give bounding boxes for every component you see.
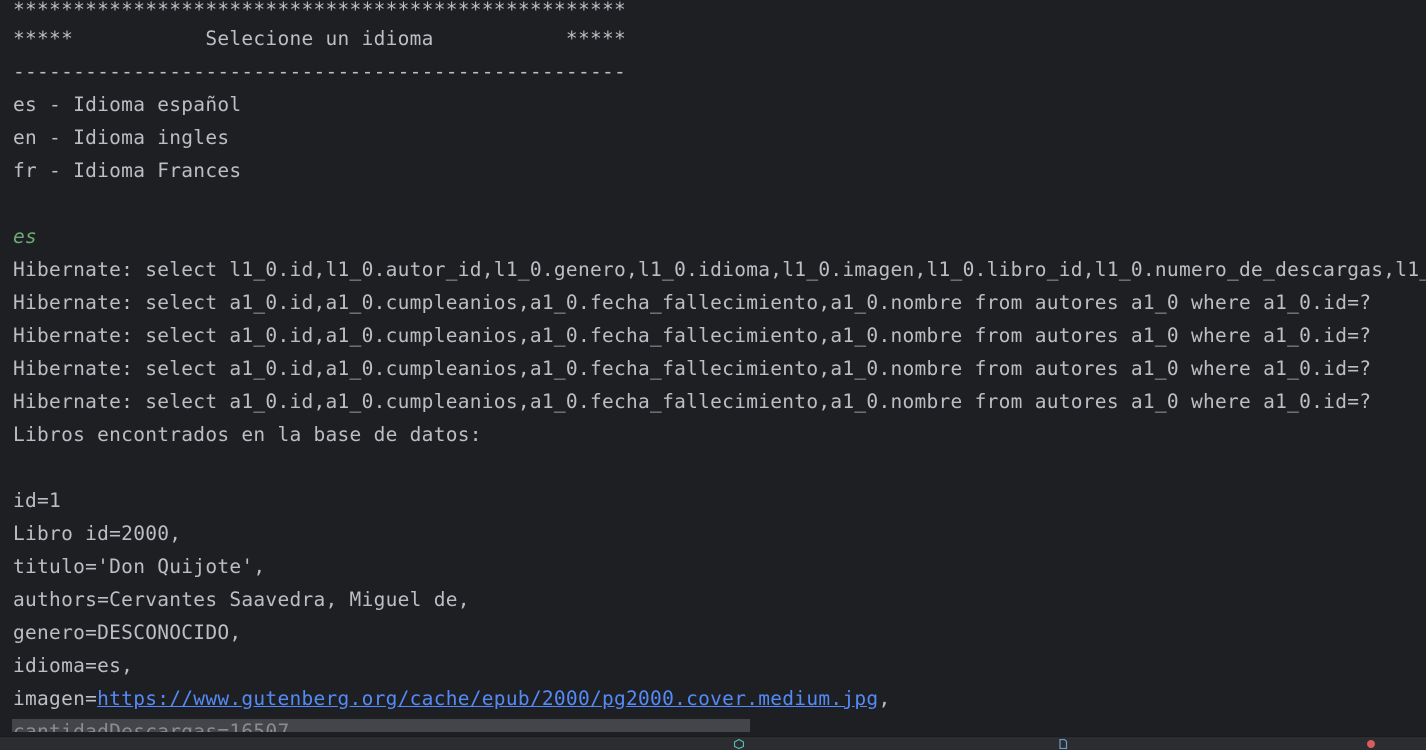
banner-divider: ----------------------------------------… — [13, 60, 627, 83]
record-titulo: titulo='Don Quijote', — [13, 555, 266, 578]
hibernate-query-autores: Hibernate: select a1_0.id,a1_0.cumpleani… — [13, 324, 1372, 347]
record-genero: genero=DESCONOCIDO, — [13, 621, 242, 644]
menu-option-es: es - Idioma español — [13, 93, 242, 116]
hibernate-query-autores: Hibernate: select a1_0.id,a1_0.cumpleani… — [13, 390, 1372, 413]
user-input-echo: es — [13, 225, 38, 248]
cube-icon — [734, 739, 744, 749]
record-imagen: imagen=https://www.gutenberg.org/cache/e… — [13, 682, 890, 715]
menu-option-fr: fr - Idioma Frances — [13, 159, 242, 182]
status-bar — [0, 736, 1426, 750]
imagen-url-link[interactable]: https://www.gutenberg.org/cache/epub/200… — [97, 687, 878, 710]
record-libro-id: Libro id=2000, — [13, 522, 182, 545]
hibernate-query-autores: Hibernate: select a1_0.id,a1_0.cumpleani… — [13, 291, 1372, 314]
hibernate-query-autores: Hibernate: select a1_0.id,a1_0.cumpleani… — [13, 357, 1372, 380]
hibernate-query-libros: Hibernate: select l1_0.id,l1_0.autor_id,… — [13, 258, 1426, 281]
banner-title: ***** Selecione un idioma ***** — [13, 27, 627, 50]
result-heading: Libros encontrados en la base de datos: — [13, 423, 482, 446]
imagen-label: imagen= — [13, 687, 98, 710]
run-console-output[interactable]: ****************************************… — [0, 0, 1426, 732]
record-authors: authors=Cervantes Saavedra, Miguel de, — [13, 588, 470, 611]
record-cantidad-descargas: cantidadDescargas=16507 — [13, 720, 290, 732]
error-indicator-icon[interactable] — [1366, 739, 1376, 749]
imagen-comma: , — [878, 687, 891, 710]
record-idioma: idioma=es, — [13, 654, 134, 677]
menu-option-en: en - Idioma ingles — [13, 126, 230, 149]
file-icon — [1059, 739, 1068, 749]
record-id: id=1 — [13, 489, 62, 512]
